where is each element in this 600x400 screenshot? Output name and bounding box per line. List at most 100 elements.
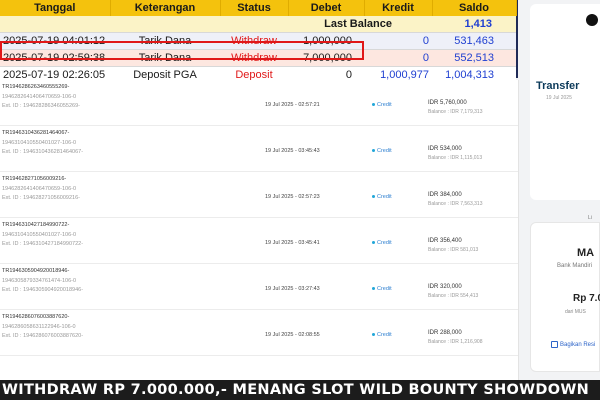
- transfer-date: 19 Jul 2025: [546, 95, 572, 101]
- tx-sub-id: 1946310410550401027-106-0: [2, 232, 77, 238]
- tx-ext-id: Ext. ID : 1946310427184990722-: [2, 241, 84, 247]
- col-header-saldo[interactable]: Saldo: [432, 0, 517, 16]
- tx-date: 19 Jul 2025 - 02:57:21: [265, 102, 320, 108]
- col-header-kredit[interactable]: Kredit: [364, 0, 433, 16]
- bank-name: Bank Mandiri: [557, 263, 593, 269]
- tx-type: Credit: [372, 194, 392, 200]
- tx-sub-id: 1946310410550401027-106-0: [2, 140, 77, 146]
- list-item[interactable]: TR1946310427184990722- 19463104105504010…: [0, 218, 518, 264]
- row-desc: Tarik Dana: [110, 49, 220, 67]
- credit-dot-icon: [372, 103, 375, 107]
- last-balance-value: 1,413: [432, 16, 516, 33]
- tx-ext-id: Ext. ID : 1946305904920018946-: [2, 287, 84, 293]
- row-debet: 1,000,000: [288, 32, 364, 50]
- ledger-table-panel: Tanggal Keterangan Status Debet Kredit S…: [0, 0, 518, 84]
- share-receipt-button[interactable]: Bagikan Resi: [551, 341, 595, 348]
- tx-id: TR1946310436281464067-: [2, 130, 70, 136]
- tx-type-label: Credit: [377, 286, 392, 292]
- tx-amount: IDR 356,400: [428, 238, 462, 244]
- credit-dot-icon: [372, 333, 375, 337]
- tx-sub-id: 1946286058631122946-106-0: [2, 324, 76, 330]
- tx-ext-id: Ext. ID : 19462828634605526​9-: [2, 103, 80, 109]
- tx-id: TR1946310427184990722-: [2, 222, 70, 228]
- transfer-amount: Rp 7.0: [573, 293, 600, 304]
- tx-type: Credit: [372, 102, 392, 108]
- tx-amount: IDR 5,760,000: [428, 100, 467, 106]
- tx-balance: Balance : IDR 1,115,013: [428, 155, 483, 161]
- row-saldo: 552,513: [432, 49, 516, 67]
- tx-type-label: Credit: [377, 102, 392, 108]
- tx-id: TR194628626346055526​9-: [2, 84, 70, 90]
- list-item[interactable]: TR1946286076003887620- 19462860586311229…: [0, 310, 518, 356]
- row-debet: 7,000,000: [288, 49, 364, 67]
- col-header-keterangan[interactable]: Keterangan: [110, 0, 221, 16]
- bank-recipient-name: MA: [577, 247, 595, 259]
- transfer-ref: dari MUS: [565, 309, 586, 315]
- last-balance-label: Last Balance: [0, 16, 432, 33]
- tx-ext-id: Ext. ID : 1946282710560092​16-: [2, 195, 80, 201]
- share-receipt-label: Bagikan Resi: [560, 342, 596, 349]
- tx-id: TR1946286076003887620-: [2, 314, 70, 320]
- transaction-list: TR194628626346055526​9- 1946282641406470…: [0, 80, 519, 380]
- transfer-card: Transfer 19 Jul 2025: [530, 4, 600, 200]
- side-label: Li: [588, 215, 592, 221]
- tx-sub-id: 1946305879334761474-106-0: [2, 278, 77, 284]
- tx-type: Credit: [372, 332, 392, 338]
- tx-balance: Balance : IDR 7,179,313: [428, 109, 483, 115]
- promo-banner: WITHDRAW RP 7.000.000,- MENANG SLOT WILD…: [0, 380, 600, 400]
- credit-dot-icon: [372, 241, 375, 245]
- tx-date: 19 Jul 2025 - 02:57:23: [265, 194, 320, 200]
- transfer-title: Transfer: [536, 80, 580, 92]
- tx-balance: Balance : IDR 1,216,908: [428, 339, 483, 345]
- list-item[interactable]: TR1946310436281464067- 19463104105504010…: [0, 126, 518, 172]
- list-item[interactable]: TR194628626346055526​9- 1946282641406470…: [0, 80, 518, 126]
- list-item[interactable]: TR1946282710560092​16- 19462826414064706…: [0, 172, 518, 218]
- row-status: Withdraw: [220, 32, 288, 50]
- share-icon: [551, 341, 558, 348]
- tx-type-label: Credit: [377, 240, 392, 246]
- tx-type: Credit: [372, 148, 392, 154]
- row-date: 2025-07-19 02:59:38: [0, 49, 110, 67]
- tx-id: TR1946282710560092​16-: [2, 176, 67, 182]
- tx-type-label: Credit: [377, 332, 392, 338]
- tx-id: TR1946305904920018946-: [2, 268, 70, 274]
- tx-amount: IDR 384,000: [428, 192, 462, 198]
- tx-amount: IDR 534,000: [428, 146, 462, 152]
- credit-dot-icon: [372, 149, 375, 153]
- tx-balance: Balance : IDR 581,013: [428, 247, 479, 253]
- tx-date: 19 Jul 2025 - 03:45:43: [265, 148, 320, 154]
- tx-type-label: Credit: [377, 148, 392, 154]
- tx-type-label: Credit: [377, 194, 392, 200]
- row-kredit: 0: [364, 32, 432, 50]
- col-header-status[interactable]: Status: [220, 0, 289, 16]
- row-kredit: 0: [364, 49, 432, 67]
- col-header-tanggal[interactable]: Tanggal: [0, 0, 111, 16]
- tx-sub-id: 1946282641406470659-106-0: [2, 94, 77, 100]
- last-balance-row: Last Balance 1,413: [0, 16, 516, 33]
- row-date: 2025-07-19 04:01:12: [0, 32, 110, 50]
- tx-ext-id: Ext. ID : 1946310436281464067-: [2, 149, 84, 155]
- credit-dot-icon: [372, 287, 375, 291]
- row-saldo: 531,463: [432, 32, 516, 50]
- tx-type: Credit: [372, 286, 392, 292]
- tx-type: Credit: [372, 240, 392, 246]
- credit-dot-icon: [372, 195, 375, 199]
- tx-amount: IDR 288,000: [428, 330, 462, 336]
- ledger-row-highlighted[interactable]: 2025-07-19 02:59:38 Tarik Dana Withdraw …: [0, 49, 516, 67]
- tx-ext-id: Ext. ID : 1946286076003887620-: [2, 333, 84, 339]
- tx-date: 19 Jul 2025 - 03:27:43: [265, 286, 320, 292]
- row-status: Withdraw: [220, 49, 288, 67]
- col-header-debet[interactable]: Debet: [288, 0, 365, 16]
- row-desc: Tarik Dana: [110, 32, 220, 50]
- ledger-row[interactable]: 2025-07-19 04:01:12 Tarik Dana Withdraw …: [0, 32, 516, 50]
- tx-balance: Balance : IDR 554,413: [428, 293, 479, 299]
- ledger-table: Tanggal Keterangan Status Debet Kredit S…: [0, 0, 517, 84]
- tx-date: 19 Jul 2025 - 02:08:55: [265, 332, 320, 338]
- tx-balance: Balance : IDR 7,563,313: [428, 201, 483, 207]
- bank-card: MA Bank Mandiri Rp 7.0 dari MUS Bagikan …: [530, 222, 600, 372]
- brand-logo-icon: [586, 14, 598, 26]
- tx-date: 19 Jul 2025 - 03:45:41: [265, 240, 320, 246]
- transfer-side-panel: Transfer 19 Jul 2025 Li MA Bank Mandiri …: [522, 0, 600, 380]
- tx-amount: IDR 320,000: [428, 284, 462, 290]
- list-item[interactable]: TR1946305904920018946- 19463058793347614…: [0, 264, 518, 310]
